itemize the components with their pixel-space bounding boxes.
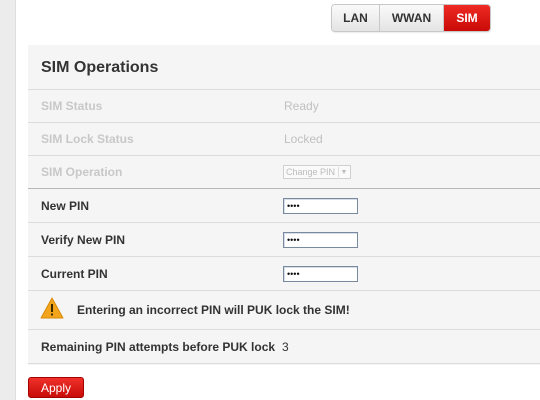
current-pin-input[interactable]: •••• [283,265,358,282]
chevron-down-icon: ▼ [338,167,349,177]
sim-lock-status-label: SIM Lock Status [41,132,134,146]
sim-lock-status-value: Locked [284,132,323,146]
row-sim-operation: SIM Operation Change PIN ▼ [28,156,540,189]
left-sidebar-edge [0,0,16,400]
section-title: SIM Operations [41,59,159,76]
warning-triangle-icon [40,297,64,319]
tab-lan[interactable]: LAN [332,5,380,31]
apply-button[interactable]: Apply [28,377,84,398]
verify-new-pin-label: Verify New PIN [41,232,126,247]
sim-operation-select[interactable]: Change PIN ▼ [283,165,351,179]
row-new-pin: New PIN •••• [28,189,540,223]
warning-text: Entering an incorrect PIN will PUK lock … [77,303,350,317]
row-remaining-attempts: Remaining PIN attempts before PUK lock 3 [28,330,540,364]
row-sim-lock-status: SIM Lock Status Locked [28,123,540,156]
verify-new-pin-input[interactable]: •••• [283,231,358,248]
current-pin-label: Current PIN [41,266,108,281]
new-pin-input[interactable]: •••• [283,197,358,214]
row-sim-status: SIM Status Ready [28,89,540,123]
remaining-attempts-value: 3 [282,339,289,354]
sim-status-label: SIM Status [41,99,103,113]
row-verify-new-pin: Verify New PIN •••• [28,223,540,257]
row-current-pin: Current PIN •••• [28,257,540,291]
row-warning: Entering an incorrect PIN will PUK lock … [28,291,540,330]
tab-wwan[interactable]: WWAN [380,5,444,31]
new-pin-label: New PIN [41,198,90,213]
sim-operation-selected: Change PIN [286,167,336,177]
remaining-attempts-label: Remaining PIN attempts before PUK lock [41,339,276,354]
tab-bar: LAN WWAN SIM [331,4,491,32]
tab-sim[interactable]: SIM [444,5,490,31]
sim-status-value: Ready [284,99,319,113]
sim-operation-label: SIM Operation [41,165,123,179]
